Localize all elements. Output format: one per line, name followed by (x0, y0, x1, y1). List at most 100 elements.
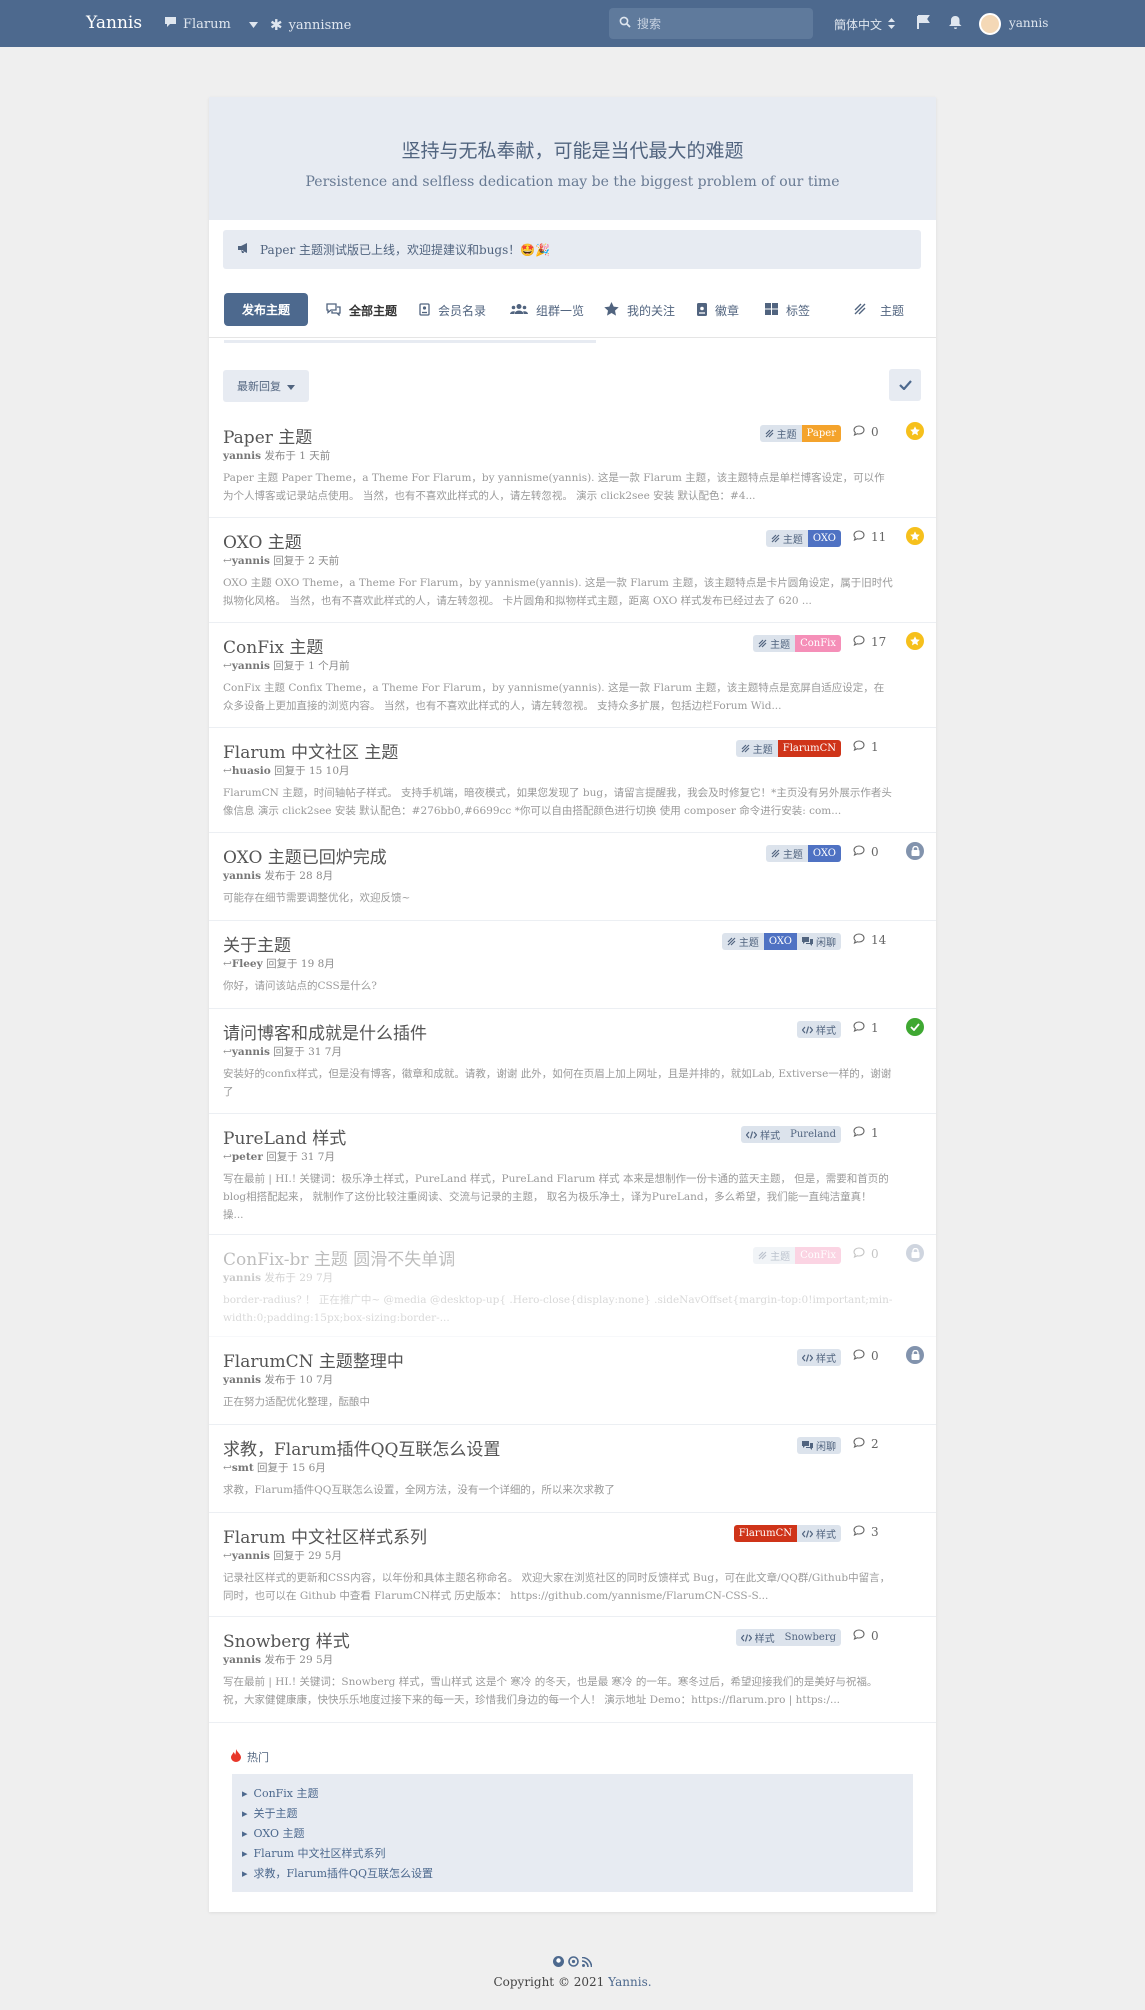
tab-badges[interactable]: 徽章 (697, 302, 739, 319)
discussion-author[interactable]: yannis (223, 1272, 261, 1284)
discussion-row[interactable]: Flarum 中文社区样式系列 FlarumCN 样式 3 ↩yannis 回复于 29… (209, 1513, 936, 1617)
discussion-row[interactable]: ConFix-br 主题 圆滑不失单调 主题 ConFix 0 yannis 发布于 2… (209, 1235, 936, 1337)
discussion-excerpt: 安装好的confix样式，但是没有博客，徽章和成就。请教，谢谢 此外，如何在页眉… (223, 1068, 892, 1098)
hot-item[interactable]: ▸ Flarum 中文社区样式系列 (242, 1845, 386, 1861)
search-input[interactable] (637, 16, 797, 31)
discussion-author[interactable]: smt (232, 1462, 254, 1474)
discussion-row[interactable]: OXO 主题已回炉完成 主题 OXO 0 yannis 发布于 28 8月 可能存在细节需… (209, 833, 936, 921)
scroll-bar[interactable] (224, 340, 596, 343)
discussion-author[interactable]: Fleey (232, 958, 263, 970)
hot-item[interactable]: ▸ 求教，Flarum插件QQ互联怎么设置 (242, 1865, 433, 1881)
discussion-author[interactable]: yannis (223, 450, 261, 462)
discussion-row[interactable]: OXO 主题 主题 OXO 11 ↩yannis 回复于 2 天前 OXO 主题 OXO … (209, 518, 936, 623)
github-icon[interactable] (552, 1956, 564, 1970)
discussion-title[interactable]: Snowberg 样式 (223, 1627, 350, 1652)
hot-item[interactable]: ▸ OXO 主题 (242, 1825, 305, 1841)
tag[interactable]: ConFix (795, 635, 841, 652)
tab-tags[interactable]: 标签 (765, 302, 810, 319)
discussion-title[interactable]: Paper 主题 (223, 423, 312, 448)
discussion-title[interactable]: 求教，Flarum插件QQ互联怎么设置 (223, 1435, 500, 1460)
tag[interactable]: 闲聊 (797, 1437, 841, 1454)
lock-icon (906, 1346, 924, 1364)
discussion-row[interactable]: PureLand 样式 样式 Pureland 1 ↩peter 回复于 31 7月 写在… (209, 1114, 936, 1235)
discussion-row[interactable]: ConFix 主题 主题 ConFix 17 ↩yannis 回复于 1 个月前 ConF… (209, 623, 936, 728)
discussion-title[interactable]: PureLand 样式 (223, 1124, 346, 1149)
tag[interactable]: 主题 (721, 933, 764, 950)
sticky-star-icon (906, 527, 924, 545)
tag[interactable]: Paper (801, 425, 841, 442)
tag[interactable]: 主题 (765, 530, 808, 547)
tag[interactable]: OXO (807, 530, 841, 547)
hot-item[interactable]: ▸ ConFix 主题 (242, 1785, 319, 1801)
discussion-title[interactable]: OXO 主题 (223, 528, 302, 553)
nav-yannisme[interactable]: ✱ yannisme (270, 16, 351, 34)
discussion-row[interactable]: Paper 主题 主题 Paper 0 yannis 发布于 1 天前 Paper 主题 … (209, 413, 936, 518)
tag[interactable]: OXO (763, 933, 797, 950)
mark-all-read-button[interactable] (889, 369, 921, 401)
discussion-tags: 样式 Snowberg (735, 1629, 841, 1646)
discussion-row[interactable]: 请问博客和成就是什么插件 样式 1 ↩yannis 回复于 31 7月 安装好的conf… (209, 1009, 936, 1114)
discussion-author[interactable]: huasio (232, 765, 271, 777)
discussion-author[interactable]: yannis (223, 1654, 261, 1666)
discussion-title[interactable]: 关于主题 (223, 931, 291, 956)
discussion-title[interactable]: Flarum 中文社区样式系列 (223, 1523, 427, 1548)
discussion-row[interactable]: 关于主题 主题 OXO 闲聊 14 ↩Fleey 回复于 19 8月 你好，请问该站点的CS… (209, 921, 936, 1009)
tag[interactable]: FlarumCN (733, 1525, 797, 1542)
discussion-author[interactable]: yannis (232, 660, 270, 672)
tag[interactable]: 主题 (765, 845, 808, 862)
footer-link[interactable]: Yannis. (608, 1975, 651, 1989)
tag[interactable]: 主题 (753, 635, 796, 652)
tag[interactable]: 样式 (741, 1126, 786, 1143)
sort-dropdown[interactable]: 最新回复 (223, 370, 309, 402)
nav-flarum[interactable]: Flarum (164, 16, 258, 32)
tab-all-discussions[interactable]: 全部主题 (326, 302, 397, 319)
discussion-author[interactable]: yannis (232, 555, 270, 567)
user-name[interactable]: yannis (1009, 16, 1048, 30)
discussion-title[interactable]: FlarumCN 主题整理中 (223, 1347, 404, 1372)
tag[interactable]: 主题 (735, 740, 778, 757)
discussion-title[interactable]: ConFix 主题 (223, 633, 323, 658)
tag[interactable]: 主题 (753, 1247, 796, 1264)
discussion-row[interactable]: 求教，Flarum插件QQ互联怎么设置 闲聊 2 ↩smt 回复于 15 6月 求教，F… (209, 1425, 936, 1513)
discussion-author[interactable]: yannis (232, 1046, 270, 1058)
reply-count: 11 (853, 530, 886, 544)
tag[interactable]: 样式 (735, 1629, 780, 1646)
tab-theme[interactable]: 主题 (854, 302, 904, 319)
tag[interactable]: OXO (807, 845, 841, 862)
discussion-author[interactable]: yannis (223, 1374, 261, 1386)
tag[interactable]: 主题 (759, 425, 802, 442)
circle-icon[interactable] (567, 1956, 579, 1970)
rss-icon[interactable] (582, 1956, 593, 1970)
search-box[interactable] (609, 8, 813, 39)
hot-item[interactable]: ▸ 关于主题 (242, 1805, 298, 1821)
discussion-author[interactable]: yannis (223, 870, 261, 882)
new-discussion-button[interactable]: 发布主题 (224, 293, 308, 326)
tag[interactable]: Pureland (785, 1126, 841, 1143)
flag-icon[interactable] (917, 15, 931, 33)
discussion-author[interactable]: peter (232, 1151, 263, 1163)
discussion-author[interactable]: yannis (232, 1550, 270, 1562)
tab-groups[interactable]: 组群一览 (510, 302, 584, 319)
discussion-row[interactable]: Snowberg 样式 样式 Snowberg 0 yannis 发布于 29 5月 写在… (209, 1617, 936, 1723)
tab-members[interactable]: 会员名录 (419, 302, 486, 319)
tag[interactable]: Snowberg (779, 1629, 841, 1646)
discussion-row[interactable]: Flarum 中文社区 主题 主题 FlarumCN 1 ↩huasio 回复于 15 … (209, 728, 936, 833)
language-selector[interactable]: 簡体中文 (834, 16, 896, 33)
tag[interactable]: 闲聊 (797, 933, 841, 950)
tab-following[interactable]: 我的关注 (604, 302, 675, 319)
bell-icon[interactable] (949, 15, 962, 33)
reply-count-value: 0 (871, 845, 879, 859)
avatar[interactable] (979, 13, 1001, 35)
discussion-title[interactable]: ConFix-br 主题 圆滑不失单调 (223, 1245, 455, 1270)
discussion-title[interactable]: 请问博客和成就是什么插件 (223, 1019, 427, 1044)
discussion-title[interactable]: OXO 主题已回炉完成 (223, 843, 387, 868)
tag[interactable]: FlarumCN (777, 740, 841, 757)
tag[interactable]: ConFix (795, 1247, 841, 1264)
tag[interactable]: 样式 (797, 1021, 841, 1038)
discussion-title[interactable]: Flarum 中文社区 主题 (223, 738, 398, 763)
footer-icons (0, 1956, 1145, 1970)
site-brand[interactable]: Yannis (86, 13, 142, 33)
tag[interactable]: 样式 (797, 1525, 841, 1542)
discussion-row[interactable]: FlarumCN 主题整理中 样式 0 yannis 发布于 10 7月 正在努力适配优… (209, 1337, 936, 1425)
tag[interactable]: 样式 (797, 1349, 841, 1366)
